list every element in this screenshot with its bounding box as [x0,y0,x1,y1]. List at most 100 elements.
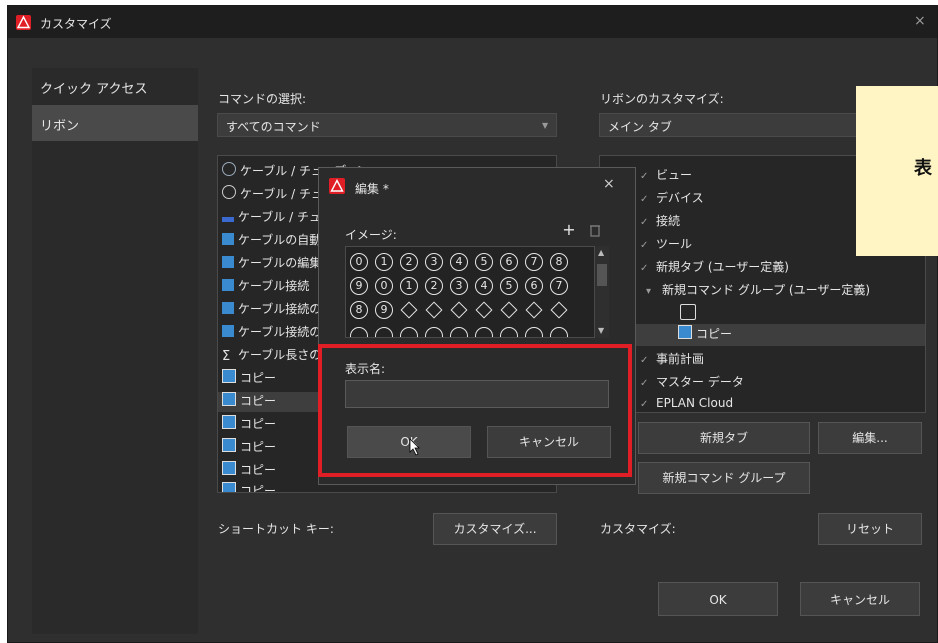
image-grid-scrollbar[interactable]: ▲ ▼ [595,246,609,338]
close-icon[interactable]: × [914,13,926,29]
list-item[interactable]: コピー [222,482,276,492]
checkbox[interactable]: ✓ [640,263,650,274]
scroll-up-icon[interactable]: ▲ [598,248,604,257]
icon-option[interactable]: 6 [500,253,518,271]
copy-icon [222,415,236,429]
icon-option[interactable]: 4 [475,277,493,295]
icon-option[interactable]: 9 [350,277,368,295]
copy-icon [222,392,236,406]
icon-option[interactable]: 7 [550,277,568,295]
sigma-icon: Σ [222,349,231,364]
checkbox[interactable]: ✓ [640,194,650,205]
tree-item-view[interactable]: ✓ ビュー [640,166,692,183]
checkbox[interactable]: ✓ [640,399,650,410]
icon-option[interactable]: 3 [450,277,468,295]
shortcut-key-label: ショートカット キー: [218,522,334,536]
diamond-icon-option[interactable] [425,301,443,319]
sidebar-item-quick-access[interactable]: クイック アクセス [32,68,198,104]
new-command-group-button[interactable]: 新規コマンド グループ [638,462,810,494]
tree-item-master-data[interactable]: ✓ マスター データ [640,373,744,390]
dialog-title: 編集 * [355,182,389,196]
delete-icon[interactable] [585,220,605,240]
tree-item-copy[interactable]: コピー [600,324,925,346]
icon-option[interactable]: 2 [425,277,443,295]
checkbox[interactable]: ✓ [640,171,650,182]
icon-option[interactable] [375,327,393,337]
icon-option[interactable] [350,327,368,337]
list-item[interactable]: ケーブルの編集 [222,254,321,274]
icon-option[interactable] [475,327,493,337]
icon-option[interactable]: 3 [425,253,443,271]
cancel-button[interactable]: キャンセル [800,582,920,616]
ribbon-tab-select[interactable]: メイン タブ [599,113,859,137]
icon-option[interactable]: 1 [400,277,418,295]
icon-option[interactable] [550,327,568,337]
ok-button[interactable]: OK [658,582,778,616]
dialog-close-icon[interactable]: × [603,176,615,192]
diamond-icon-option[interactable] [525,301,543,319]
icon-option[interactable]: 6 [525,277,543,295]
tree-item-connection[interactable]: ✓ 接続 [640,212,680,229]
scroll-down-icon[interactable]: ▼ [598,326,604,335]
checkbox[interactable]: ✓ [640,378,650,389]
checkbox[interactable]: ✓ [640,217,650,228]
icon-option[interactable]: 2 [400,253,418,271]
collapse-icon[interactable]: ▾ [646,286,656,297]
list-item[interactable]: ケーブル接続の [222,323,321,343]
icon-option[interactable]: 8 [350,301,368,319]
checkbox[interactable]: ✓ [640,355,650,366]
icon-option[interactable] [400,327,418,337]
icon-option[interactable]: 1 [375,253,393,271]
diamond-icon-option[interactable] [450,301,468,319]
search-icon [222,185,236,199]
tree-item-device[interactable]: ✓ デバイス [640,189,704,206]
icon-option[interactable]: 9 [375,301,393,319]
list-item[interactable]: ケーブル接続 [222,277,309,297]
edit-button[interactable]: 編集... [818,422,922,454]
icon-option[interactable]: 8 [550,253,568,271]
list-item[interactable]: Σ ケーブル長さの合 [222,346,333,366]
icon-option[interactable] [500,327,518,337]
tree-item-new-tab[interactable]: ✓ 新規タブ (ユーザー定義) [640,258,789,275]
icon-option[interactable]: 0 [375,277,393,295]
icon-option[interactable] [450,327,468,337]
sidebar: クイック アクセス リボン [32,68,198,634]
icon-option[interactable]: 7 [525,253,543,271]
list-item[interactable]: コピー [222,415,276,435]
list-item[interactable]: ケーブル接続の [222,300,321,320]
app-warning-icon [16,15,31,30]
list-item[interactable]: ケーブル / チュー [222,208,333,228]
new-tab-button[interactable]: 新規タブ [638,422,810,454]
tree-item-tools[interactable]: ✓ ツール [640,235,692,252]
scrollbar-thumb[interactable] [597,264,607,286]
icon-option[interactable]: 4 [450,253,468,271]
icon-option[interactable] [525,327,543,337]
diamond-icon-option[interactable] [500,301,518,319]
icon-option[interactable]: 0 [350,253,368,271]
diamond-icon-option[interactable] [400,301,418,319]
list-item[interactable]: ケーブルの自動 [222,231,321,251]
list-item[interactable]: コピー [222,438,276,458]
tree-item-empty[interactable] [680,304,696,323]
ribbon-tab-value: メイン タブ [608,120,672,134]
cable-auto-icon [222,233,234,245]
diamond-icon-option[interactable] [475,301,493,319]
tree-item-new-group[interactable]: ▾ 新規コマンド グループ (ユーザー定義) [646,281,870,298]
image-grid[interactable]: 0 1 2 3 4 5 6 7 8 9 0 1 2 3 4 5 6 7 8 9 [345,246,595,338]
list-item[interactable]: コピー [222,369,276,389]
tree-item-preplanning[interactable]: ✓ 事前計画 [640,350,704,367]
checkbox[interactable]: ✓ [640,240,650,251]
shortcut-customize-button[interactable]: カスタマイズ... [433,513,557,545]
list-item[interactable]: コピー [222,461,276,481]
icon-option[interactable]: 5 [500,277,518,295]
tree-item-eplan-cloud[interactable]: ✓ EPLAN Cloud [640,396,733,410]
cable-connection-icon [222,279,234,291]
icon-option[interactable] [425,327,443,337]
command-category-select[interactable]: すべてのコマンド ▼ [217,113,557,137]
sidebar-item-ribbon[interactable]: リボン [32,105,198,141]
icon-option[interactable]: 5 [475,253,493,271]
diamond-icon-option[interactable] [550,301,568,319]
highlight-box [318,344,632,477]
reset-button[interactable]: リセット [818,513,922,545]
add-icon[interactable]: + [559,220,579,240]
